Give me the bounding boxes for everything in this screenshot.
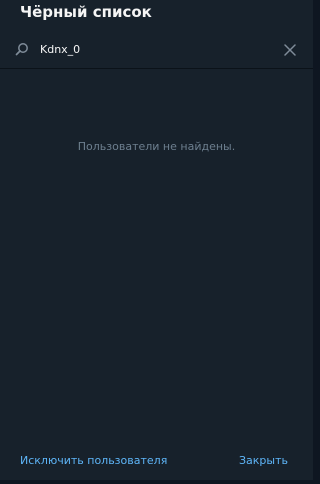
search-icon xyxy=(15,43,28,56)
background-edge xyxy=(0,480,313,484)
empty-results-message: Пользователи не найдены. xyxy=(77,140,236,153)
dialog-title: Чёрный список xyxy=(20,3,152,21)
exclude-user-button[interactable]: Исключить пользователя xyxy=(20,454,167,468)
blocklist-dialog: Чёрный список Пользователи не найдены. И… xyxy=(0,0,313,480)
search-bar xyxy=(0,32,313,68)
clear-search-button[interactable] xyxy=(280,40,300,60)
close-icon xyxy=(284,44,296,56)
search-results: Пользователи не найдены. xyxy=(0,69,313,439)
search-input[interactable] xyxy=(40,40,270,60)
close-button[interactable]: Закрыть xyxy=(239,454,288,468)
